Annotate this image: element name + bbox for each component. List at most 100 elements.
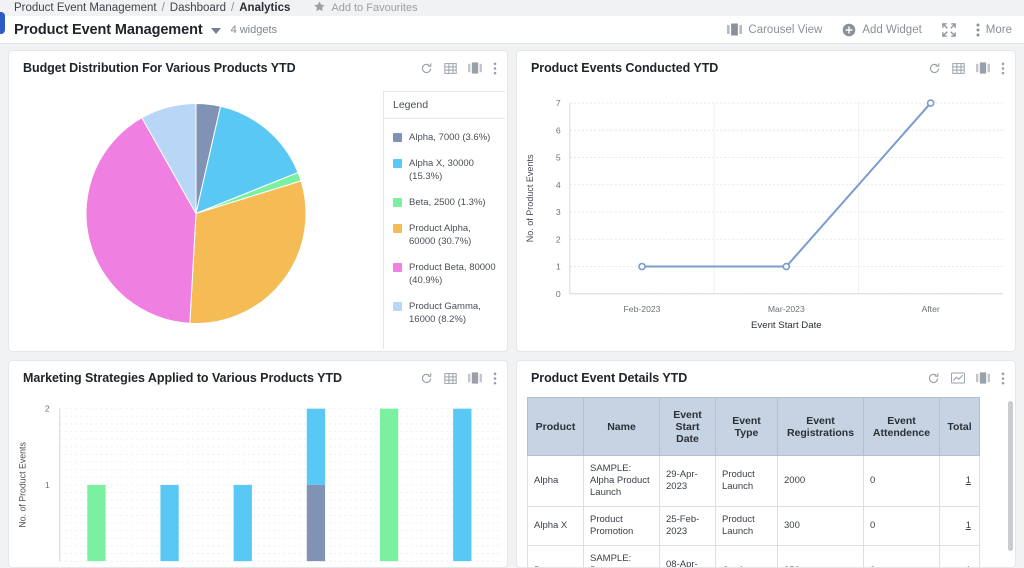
kebab-icon — [976, 23, 980, 37]
table-cell: Product Launch — [715, 506, 778, 546]
data-point[interactable] — [638, 262, 646, 271]
legend-swatch — [393, 133, 402, 142]
table-cell: Alpha — [527, 455, 584, 507]
legend-item[interactable]: Product Beta, 80000 (40.9%) — [393, 261, 499, 287]
table-cell: 2000 — [777, 455, 864, 507]
widget-marketing-strategies: Marketing Strategies Applied to Various … — [8, 360, 508, 568]
widget-actions — [928, 62, 1005, 75]
refresh-icon[interactable] — [927, 372, 940, 385]
table-cell: 0 — [863, 506, 940, 546]
breadcrumb-item-dashboard[interactable]: Dashboard — [170, 2, 226, 14]
table-header-row: Product Name Event Start Date Event Type Eve… — [527, 397, 980, 456]
table-row[interactable]: Alpha X Product Promotion 25-Feb-2023 Produ… — [527, 506, 980, 546]
widget-actions — [420, 62, 497, 75]
y-axis-tick: 6 — [556, 125, 561, 135]
legend-swatch — [393, 263, 402, 272]
expand-button[interactable] — [942, 22, 956, 37]
table-column-header[interactable]: Event Type — [715, 397, 778, 456]
widget-product-events-conducted: Product Events Conducted YTD 0 1 2 3 4 5 6 7 Feb… — [516, 50, 1016, 352]
widget-body: Product Name Event Start Date Event Type Eve… — [517, 395, 1015, 567]
widget-grid: Budget Distribution For Various Products… — [0, 44, 1024, 568]
chevron-down-icon[interactable] — [210, 28, 221, 34]
bar-segment[interactable] — [306, 408, 326, 485]
data-point[interactable] — [926, 99, 935, 107]
carousel-icon[interactable] — [468, 62, 482, 74]
table-column-header[interactable]: Event Start Date — [659, 397, 716, 456]
table-cell: Alpha X — [527, 506, 584, 546]
expand-icon — [942, 22, 956, 37]
event-details-table: Product Name Event Start Date Event Type Eve… — [527, 397, 980, 567]
data-point[interactable] — [782, 262, 791, 271]
table-column-header[interactable]: Event Attendence — [863, 397, 940, 456]
refresh-icon[interactable] — [420, 372, 433, 385]
carousel-icon[interactable] — [976, 62, 990, 74]
table-cell[interactable]: 1 — [939, 545, 980, 567]
widget-title: Marketing Strategies Applied to Various … — [23, 371, 342, 385]
kebab-icon[interactable] — [1001, 372, 1005, 385]
carousel-icon[interactable] — [976, 372, 990, 384]
y-axis-title: No. of Product Events — [525, 154, 535, 242]
grid-icon[interactable] — [444, 62, 457, 75]
widget-body: 0 1 2 3 4 5 6 7 Feb-2023 Mar-2023 After Event Start… — [517, 85, 1015, 351]
bar-segment[interactable] — [87, 484, 106, 562]
legend-swatch — [393, 198, 402, 207]
vertical-scrollbar[interactable] — [1008, 401, 1013, 551]
table-column-header[interactable]: Name — [583, 397, 660, 456]
table-cell: 08-Apr-2023 — [659, 545, 716, 567]
table-cell: Conference — [715, 545, 778, 567]
kebab-icon[interactable] — [493, 372, 497, 385]
bar-segment[interactable] — [306, 484, 326, 562]
bar-segment[interactable] — [453, 408, 472, 562]
table-cell: Product Launch — [715, 455, 778, 507]
table-scroll-area[interactable]: Product Name Event Start Date Event Type Eve… — [517, 395, 1015, 567]
pie-chart — [9, 85, 383, 351]
kebab-icon[interactable] — [1001, 62, 1005, 75]
table-column-header[interactable]: Product — [527, 397, 584, 456]
legend-item[interactable]: Product Gamma, 16000 (8.2%) — [393, 300, 499, 326]
refresh-icon[interactable] — [420, 62, 433, 75]
table-row[interactable]: BetaSAMPLE: Beta Collaboration08-Apr-202… — [527, 545, 980, 567]
table-row[interactable]: Alpha SAMPLE: Alpha Product Launch 29-Apr-… — [527, 455, 980, 507]
add-widget-label: Add Widget — [862, 23, 922, 36]
table-cell: 0 — [863, 455, 940, 507]
add-widget-button[interactable]: Add Widget — [842, 23, 922, 37]
grid-icon[interactable] — [444, 372, 457, 385]
carousel-view-button[interactable]: Carousel View — [727, 23, 822, 36]
widget-title: Budget Distribution For Various Products… — [23, 61, 296, 75]
refresh-icon[interactable] — [928, 62, 941, 75]
y-axis-tick: 2 — [45, 404, 50, 414]
widget-title: Product Event Details YTD — [531, 371, 688, 385]
table-cell[interactable]: 1 — [939, 455, 980, 507]
table-cell[interactable]: 1 — [939, 506, 980, 546]
x-axis-title: Event Start Date — [751, 320, 822, 331]
table-cell: 0 — [863, 545, 940, 567]
table-cell: 350 — [777, 545, 864, 567]
more-button[interactable]: More — [976, 23, 1012, 37]
legend-label: Alpha, 7000 (3.6%) — [409, 132, 491, 143]
legend-swatch — [393, 224, 402, 233]
legend-item[interactable]: Beta, 2500 (1.3%) — [393, 196, 499, 209]
bar-segment[interactable] — [379, 408, 399, 562]
legend-item[interactable]: Alpha, 7000 (3.6%) — [393, 131, 499, 144]
kebab-icon[interactable] — [493, 62, 497, 75]
bar-segment[interactable] — [233, 484, 252, 562]
bar-segment[interactable] — [160, 484, 179, 562]
legend-label: Beta, 2500 (1.3%) — [409, 197, 486, 208]
table-cell: 25-Feb-2023 — [659, 506, 716, 546]
grid-icon[interactable] — [952, 62, 965, 75]
widget-product-event-details: Product Event Details YTD Product Name Eve… — [516, 360, 1016, 568]
table-cell: SAMPLE: Alpha Product Launch — [583, 455, 660, 507]
breadcrumb-item-product-event-management[interactable]: Product Event Management — [14, 2, 157, 14]
x-axis-tick: After — [922, 304, 940, 314]
legend-item[interactable]: Alpha X, 30000 (15.3%) — [393, 157, 499, 183]
table-column-header[interactable]: Total — [939, 397, 980, 456]
legend-item[interactable]: Product Alpha, 60000 (30.7%) — [393, 222, 499, 248]
add-to-favourites-button[interactable]: Add to Favourites — [313, 0, 418, 16]
legend-label: Product Gamma, 16000 (8.2%) — [409, 301, 481, 325]
chart-icon[interactable] — [951, 372, 965, 384]
carousel-icon[interactable] — [468, 372, 482, 384]
y-axis-tick: 4 — [556, 180, 561, 190]
breadcrumb-item-analytics[interactable]: Analytics — [239, 2, 290, 14]
dashboard-toolbar: Product Event Management 4 widgets Carou… — [0, 16, 1024, 44]
table-column-header[interactable]: Event Registrations — [777, 397, 864, 456]
